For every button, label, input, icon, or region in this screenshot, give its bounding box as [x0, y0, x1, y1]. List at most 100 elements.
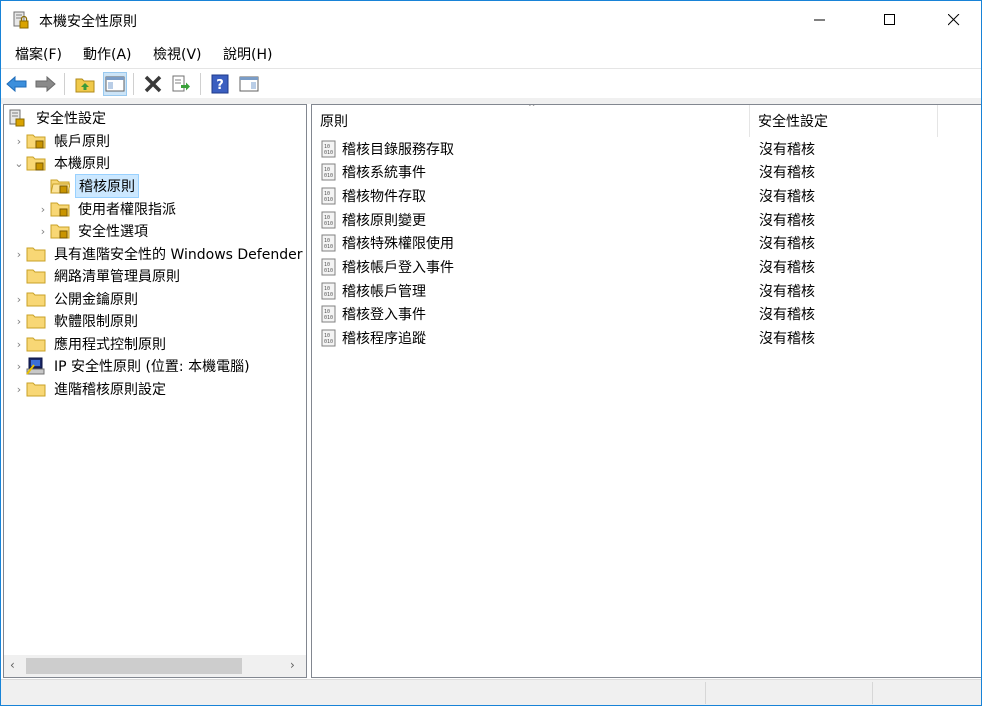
window-title: 本機安全性原則 [39, 14, 137, 30]
svg-text:010: 010 [324, 150, 333, 156]
tree-label: 使用者權限指派 [78, 202, 176, 218]
folder-icon [26, 292, 46, 307]
collapse-chevron-icon[interactable]: ⌄ [12, 157, 26, 170]
audit-policy-icon: 10010 [321, 234, 336, 252]
scroll-left-icon[interactable]: ‹ [10, 658, 15, 672]
minimize-icon [814, 19, 825, 21]
policy-row[interactable]: 10 010 稽核特殊權限使用 沒有稽核 [312, 232, 981, 255]
forward-button[interactable] [33, 72, 57, 96]
policy-row[interactable]: 10 010 稽核帳戶管理 沒有稽核 [312, 279, 981, 302]
expand-chevron-icon[interactable]: › [12, 293, 26, 306]
toolbar-separator [64, 73, 65, 95]
scroll-right-icon[interactable]: › [290, 658, 295, 672]
tree-item-advanced-audit[interactable]: › 進階稽核原則設定 [12, 378, 169, 400]
expand-chevron-icon[interactable]: › [12, 248, 26, 261]
ip-security-computer-icon [26, 357, 45, 375]
maximize-icon [884, 14, 895, 25]
tree-label: 本機原則 [54, 156, 110, 172]
audit-policy-icon: 10010 [321, 305, 336, 323]
scrollbar-thumb[interactable] [26, 658, 242, 674]
audit-policy-icon: 10010 [321, 187, 336, 205]
tree-item-app-control[interactable]: › 應用程式控制原則 [12, 333, 169, 355]
locked-folder-icon [50, 224, 70, 239]
tree-item-ip-security[interactable]: › IP 安全性原則 (位置: 本機電腦) [12, 355, 253, 377]
menu-file[interactable]: 檔案(F) [15, 44, 62, 64]
policy-row[interactable]: 10 010 稽核帳戶登入事件 沒有稽核 [312, 256, 981, 279]
export-list-button[interactable] [169, 72, 193, 96]
policy-list-view[interactable]: ^ 原則 安全性設定 10 010 稽核目錄服務存取 沒有稽核 10 010 稽核系統事件沒… [311, 104, 981, 678]
help-button[interactable]: ? [208, 72, 232, 96]
show-hide-console-tree-button[interactable] [103, 72, 127, 96]
policy-row[interactable]: 10 010 稽核目錄服務存取 沒有稽核 [312, 137, 981, 160]
show-hide-action-pane-button[interactable] [237, 72, 261, 96]
audit-policy-icon: 10010 [321, 211, 336, 229]
tree-item-public-key-policies[interactable]: › 公開金鑰原則 [12, 288, 141, 310]
svg-text:010: 010 [324, 244, 333, 250]
folder-icon [26, 247, 46, 262]
tree-item-network-list-manager[interactable]: 網路清單管理員原則 [26, 265, 183, 287]
policy-name: 稽核登入事件 [342, 307, 426, 324]
tree-label: 安全性設定 [36, 111, 106, 127]
policy-setting: 沒有稽核 [759, 165, 815, 182]
policy-setting: 沒有稽核 [759, 331, 815, 348]
tree-label: 安全性選項 [78, 224, 148, 240]
policy-name: 稽核程序追蹤 [342, 331, 426, 348]
policy-row[interactable]: 10 010 稽核登入事件 沒有稽核 [312, 303, 981, 326]
tree-item-security-settings[interactable]: 安全性設定 [8, 107, 109, 129]
tree-item-windows-defender-firewall[interactable]: › 具有進階安全性的 Windows Defender [12, 243, 305, 265]
policy-setting: 沒有稽核 [759, 188, 815, 205]
column-label: 原則 [320, 114, 348, 130]
expand-chevron-icon[interactable]: › [12, 338, 26, 351]
tree-item-local-policies[interactable]: ⌄ 本機原則 [12, 152, 113, 174]
menu-bar: 檔案(F) 動作(A) 檢視(V) 說明(H) [1, 39, 981, 67]
folder-up-icon [75, 78, 95, 93]
back-arrow-icon [6, 75, 27, 93]
toolbar: ? [1, 68, 981, 101]
expand-chevron-icon[interactable]: › [36, 203, 50, 216]
expand-chevron-icon[interactable]: › [36, 225, 50, 238]
expand-chevron-icon[interactable]: › [12, 315, 26, 328]
menu-help[interactable]: 說明(H) [223, 44, 272, 64]
minimize-button[interactable] [797, 1, 843, 39]
policy-row[interactable]: 10 010 稽核程序追蹤 沒有稽核 [312, 327, 981, 350]
toolbar-separator [200, 73, 201, 95]
audit-policy-icon: 10010 [321, 282, 336, 300]
close-button[interactable] [931, 1, 977, 39]
tree-label: 應用程式控制原則 [54, 337, 166, 353]
policy-row[interactable]: 10 010 稽核物件存取 沒有稽核 [312, 184, 981, 207]
folder-icon [26, 337, 46, 352]
policy-row[interactable]: 10 010 稽核原則變更 沒有稽核 [312, 208, 981, 231]
tree-label: 帳戶原則 [54, 134, 110, 150]
expand-chevron-icon[interactable]: › [12, 383, 26, 396]
help-icon: ? [211, 74, 229, 94]
tree-item-account-policies[interactable]: › 帳戶原則 [12, 130, 113, 152]
audit-policy-icon: 10010 [321, 258, 336, 276]
column-header-security-setting[interactable]: 安全性設定 [750, 105, 938, 137]
tree-item-audit-policy[interactable]: 稽核原則 [50, 174, 139, 198]
audit-policy-icon: 10010 [321, 140, 336, 157]
policy-setting: 沒有稽核 [759, 141, 815, 158]
policy-name: 稽核帳戶管理 [342, 283, 426, 300]
tree-horizontal-scrollbar[interactable]: ‹ › [4, 655, 306, 677]
menu-action[interactable]: 動作(A) [83, 44, 132, 64]
folder-icon [26, 382, 46, 397]
policy-name: 稽核特殊權限使用 [342, 236, 454, 253]
up-one-level-button[interactable] [73, 72, 97, 96]
tree-item-security-options[interactable]: › 安全性選項 [36, 220, 151, 242]
expand-chevron-icon[interactable]: › [12, 135, 26, 148]
tree-item-user-rights-assignment[interactable]: › 使用者權限指派 [36, 198, 179, 220]
column-header-policy[interactable]: ^ 原則 [312, 105, 750, 137]
security-policy-icon [13, 11, 29, 29]
title-bar[interactable]: 本機安全性原則 [1, 1, 981, 39]
svg-text:010: 010 [324, 292, 333, 298]
locked-folder-icon [26, 134, 46, 149]
policy-row[interactable]: 10 010 稽核系統事件 沒有稽核 [312, 161, 981, 184]
back-button[interactable] [5, 72, 29, 96]
console-tree[interactable]: 安全性設定 › 帳戶原則 ⌄ 本機原則 稽核原則 › 使用者權限指派 › 安全性… [3, 104, 307, 678]
svg-text:010: 010 [324, 221, 333, 227]
delete-button[interactable] [141, 72, 165, 96]
menu-view[interactable]: 檢視(V) [153, 44, 202, 64]
expand-chevron-icon[interactable]: › [12, 360, 26, 373]
maximize-button[interactable] [867, 1, 913, 39]
tree-item-software-restriction[interactable]: › 軟體限制原則 [12, 310, 141, 332]
